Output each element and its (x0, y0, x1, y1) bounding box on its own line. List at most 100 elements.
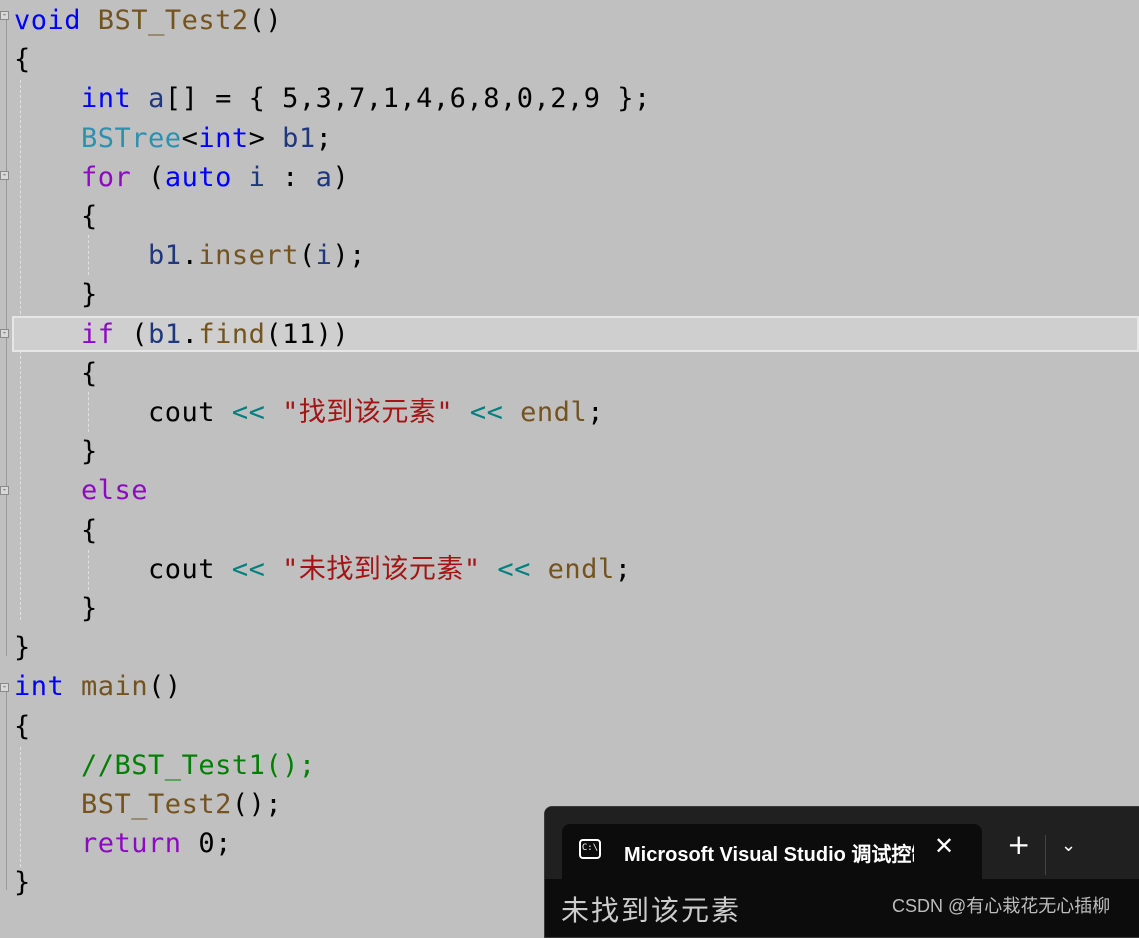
code-token: } (14, 279, 98, 311)
chevron-down-icon[interactable]: ⌄ (1061, 835, 1076, 856)
code-token: (); (231, 789, 283, 820)
code-token: ; (315, 122, 333, 154)
code-token: BST_Test2 (81, 789, 232, 820)
code-token: //BST_Test1(); (81, 749, 316, 781)
code-token: > (248, 122, 283, 154)
code-line[interactable]: { (14, 40, 31, 79)
code-token: << (497, 553, 531, 585)
code-token: } (14, 436, 98, 468)
code-token: b1 (148, 240, 182, 272)
code-line[interactable]: } (14, 863, 31, 902)
terminal-output: 未找到该元素 (561, 894, 742, 927)
code-token: . (181, 240, 199, 272)
code-token: ; (614, 553, 632, 585)
collapse-icon[interactable]: - (0, 486, 9, 495)
code-token: BST_Test2 (97, 5, 249, 36)
code-line[interactable]: { (14, 707, 31, 746)
terminal-window[interactable]: C:\ Microsoft Visual Studio 调试控制台 ✕ + ⌄ … (544, 806, 1139, 938)
code-token: () (248, 5, 283, 36)
collapse-icon[interactable]: - (0, 329, 9, 338)
code-line[interactable]: { (14, 511, 98, 550)
terminal-tab[interactable]: C:\ Microsoft Visual Studio 调试控制台 ✕ (562, 824, 982, 879)
code-line[interactable]: } (14, 275, 98, 314)
code-line[interactable]: return 0; (14, 824, 232, 863)
code-token: endl (520, 397, 588, 428)
code-line[interactable]: else (14, 471, 148, 510)
code-token: i (315, 240, 333, 272)
code-editor[interactable]: - - - - - void BST_Test2(){ int a[] = { … (0, 0, 1139, 923)
code-token: << (231, 553, 266, 585)
code-token: insert (198, 240, 299, 272)
code-token: << (231, 397, 266, 428)
code-line[interactable]: cout << "找到该元素" << endl; (14, 393, 604, 432)
code-token: { (14, 201, 98, 232)
code-token: for (81, 161, 132, 193)
code-line[interactable]: //BST_Test1(); (14, 746, 316, 785)
code-token: ( (114, 318, 149, 350)
code-token: cout (14, 397, 232, 428)
code-token: (11)) (265, 318, 350, 350)
collapse-icon[interactable]: - (0, 171, 9, 180)
code-token: } (14, 593, 98, 624)
code-token: int (81, 83, 132, 115)
code-line[interactable]: { (14, 197, 98, 236)
code-token: main (81, 671, 149, 703)
code-token: 0; (181, 828, 232, 860)
code-token: i (248, 161, 266, 193)
code-token: () (148, 671, 182, 703)
code-line[interactable]: } (14, 628, 31, 667)
code-token: ) (332, 161, 350, 193)
code-token: b1 (148, 318, 182, 350)
code-token: [] = { 5,3,7,1,4,6,8,0,2,9 }; (164, 83, 651, 115)
close-icon[interactable]: ✕ (934, 832, 954, 860)
fold-guide-main (6, 684, 7, 890)
code-token: b1 (282, 122, 316, 154)
code-token: < (181, 122, 199, 154)
code-line[interactable]: if (b1.find(11)) (14, 315, 349, 354)
code-line[interactable]: int main() (14, 667, 182, 706)
code-token: "未找到该元素" (282, 553, 481, 585)
collapse-icon[interactable]: - (0, 683, 9, 692)
code-line[interactable]: } (14, 589, 98, 628)
code-token: else (81, 475, 149, 507)
code-token: int (198, 122, 249, 154)
code-token: ( (131, 161, 165, 193)
code-token: find (198, 318, 266, 350)
code-token: endl (547, 553, 615, 585)
code-token: a (315, 161, 333, 193)
code-line[interactable]: int a[] = { 5,3,7,1,4,6,8,0,2,9 }; (14, 79, 651, 118)
new-tab-button[interactable]: + (1007, 830, 1030, 860)
code-line[interactable]: cout << "未找到该元素" << endl; (14, 550, 631, 589)
code-token: int (14, 671, 65, 703)
code-token: { (14, 44, 31, 76)
code-line[interactable]: { (14, 354, 98, 393)
code-line[interactable]: void BST_Test2() (14, 1, 282, 40)
terminal-tab-bar: C:\ Microsoft Visual Studio 调试控制台 ✕ + ⌄ (545, 807, 1139, 879)
code-token: "找到该元素" (282, 397, 454, 428)
code-token: cout (14, 553, 232, 585)
code-token: BSTree (81, 122, 182, 154)
code-line[interactable]: b1.insert(i); (14, 236, 366, 275)
code-line[interactable]: BST_Test2(); (14, 785, 282, 824)
code-token: { (14, 710, 31, 742)
code-line[interactable]: BSTree<int> b1; (14, 119, 332, 158)
code-line[interactable]: for (auto i : a) (14, 158, 349, 197)
collapse-icon[interactable]: - (0, 11, 9, 20)
code-line[interactable]: } (14, 432, 98, 471)
